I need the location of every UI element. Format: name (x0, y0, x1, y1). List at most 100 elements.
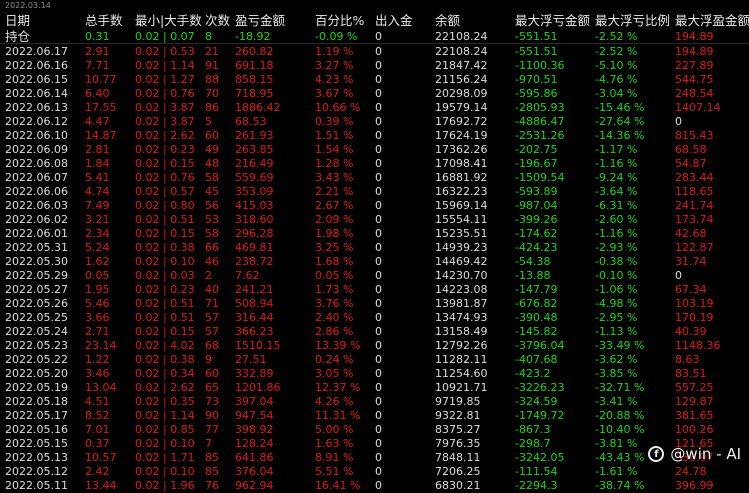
table-row[interactable]: 2022.06.14 6.40 0.02 | 0.76 70 718.95 3.67 % 0… (0, 87, 749, 101)
cell-balance: 21847.42 (435, 59, 488, 72)
cell-pnl: 858.15 (235, 73, 274, 86)
cell-balance: 22108.24 (435, 45, 488, 58)
cell-max-float-profit: 557.25 (675, 381, 714, 394)
cell-min-max-lots: 0.02 | 3.87 (135, 101, 195, 114)
cell-total-lots: 2.81 (85, 143, 110, 156)
cell-max-float-loss-pct: -1.17 % (595, 143, 638, 156)
header-pnl[interactable]: 盈亏金额 (235, 14, 285, 28)
table-row[interactable]: 2022.06.10 14.87 0.02 | 2.62 60 261.93 1.51 %… (0, 129, 749, 143)
cell-max-float-loss-pct: -1.61 % (595, 465, 638, 478)
holding-row[interactable]: 持仓 0.31 0.02 | 0.07 8 -18.92 -0.09 % 0 2… (0, 30, 749, 44)
table-row[interactable]: 2022.05.29 0.05 0.02 | 0.03 2 7.62 0.05 % 0 142… (0, 269, 749, 283)
cell-total-lots: 7.01 (85, 423, 110, 436)
cell-max-float-loss-pct: -20.88 % (595, 409, 645, 422)
cell-percent: 2.40 % (315, 311, 354, 324)
header-max-float-profit[interactable]: 最大浮盈金额 (675, 14, 749, 28)
cell-deposit-withdraw: 0 (375, 255, 382, 268)
cell-min-max-lots: 0.02 | 0.51 (135, 213, 195, 226)
cell-date: 2022.05.13 (5, 451, 68, 464)
table-row[interactable]: 2022.06.08 1.84 0.02 | 0.15 48 216.49 1.28 % 0… (0, 157, 749, 171)
cell-count: 58 (205, 227, 219, 240)
cell-total-lots: 1.22 (85, 353, 110, 366)
table-row[interactable]: 2022.06.07 5.41 0.02 | 0.76 58 559.69 3.43 % 0… (0, 171, 749, 185)
cell-min-max-lots: 0.02 | 1.27 (135, 73, 195, 86)
table-row[interactable]: 2022.06.12 4.47 0.02 | 3.87 5 68.53 0.39 % 0 17… (0, 115, 749, 129)
cell-percent: 3.05 % (315, 367, 354, 380)
cell-balance: 11254.60 (435, 367, 488, 380)
cell-max-float-profit: 227.89 (675, 59, 714, 72)
table-row[interactable]: 2022.06.06 4.74 0.02 | 0.57 45 353.09 2.21 % 0… (0, 185, 749, 199)
header-min-max-lots[interactable]: 最小|大手数 (135, 14, 202, 28)
table-row[interactable]: 2022.05.16 7.01 0.02 | 0.85 77 398.92 5.00 % 0… (0, 423, 749, 437)
cell-max-float-loss: -111.54 (515, 465, 558, 478)
cell-max-float-loss-pct: -0.10 % (595, 269, 638, 282)
table-row[interactable]: 2022.06.17 2.91 0.02 | 0.53 21 260.82 1.19 % 0… (0, 45, 749, 59)
table-row[interactable]: 2022.05.23 23.14 0.02 | 4.02 68 1510.15 13.39… (0, 339, 749, 353)
cell-max-float-loss-pct: -33.49 % (595, 339, 645, 352)
table-row[interactable]: 2022.05.11 13.44 0.02 | 1.96 76 962.94 16.41 … (0, 479, 749, 493)
header-percent[interactable]: 百分比% (315, 14, 364, 28)
cell-max-float-profit: 54.87 (675, 157, 707, 170)
table-row[interactable]: 2022.05.26 5.46 0.02 | 0.51 71 508.94 3.76 % 0… (0, 297, 749, 311)
table-row[interactable]: 2022.06.02 3.21 0.02 | 0.51 53 318.60 2.09 % 0… (0, 213, 749, 227)
cell-deposit-withdraw: 0 (375, 73, 382, 86)
cell-total-lots: 13.44 (85, 479, 117, 492)
table-row[interactable]: 2022.06.03 7.49 0.02 | 0.80 56 415.03 2.67 % 0… (0, 199, 749, 213)
cell-max-float-loss-pct: -4.76 % (595, 73, 638, 86)
table-row[interactable]: 2022.05.27 1.95 0.02 | 0.23 40 241.21 1.73 % 0… (0, 283, 749, 297)
cell-percent: 10.66 % (315, 101, 361, 114)
cell-deposit-withdraw: 0 (375, 199, 382, 212)
cell-count: 2 (205, 269, 212, 282)
cell-balance: 17692.72 (435, 115, 488, 128)
cell-pnl: 241.21 (235, 283, 274, 296)
table-row[interactable]: 2022.05.12 2.42 0.02 | 0.10 85 376.04 5.51 % 0… (0, 465, 749, 479)
cell-count: 85 (205, 465, 219, 478)
cell-count: 45 (205, 185, 219, 198)
cell-balance: 17098.41 (435, 157, 488, 170)
header-max-float-loss[interactable]: 最大浮亏金额 (515, 14, 590, 28)
table-row[interactable]: 2022.05.20 3.46 0.02 | 0.34 60 332.89 3.05 % 0… (0, 367, 749, 381)
table-row[interactable]: 2022.05.18 4.51 0.02 | 0.35 73 397.04 4.26 % 0… (0, 395, 749, 409)
cell-pnl: 398.92 (235, 423, 274, 436)
cell-pnl: 962.94 (235, 479, 274, 492)
cell-percent: 3.25 % (315, 241, 354, 254)
table-row[interactable]: 2022.05.13 10.57 0.02 | 1.71 85 641.86 8.91 %… (0, 451, 749, 465)
table-row[interactable]: 2022.05.24 2.71 0.02 | 0.15 57 366.23 2.86 % 0… (0, 325, 749, 339)
header-balance[interactable]: 余额 (435, 14, 460, 28)
header-deposit-withdraw[interactable]: 出入金 (375, 14, 413, 28)
table-row[interactable]: 2022.06.13 17.55 0.02 | 3.87 86 1886.42 10.66… (0, 101, 749, 115)
header-total-lots[interactable]: 总手数 (85, 14, 123, 28)
cell-min-max-lots: 0.02 | 1.14 (135, 409, 195, 422)
holding-max-float-loss-pct: -2.52 % (595, 30, 638, 43)
table-row[interactable]: 2022.05.22 1.22 0.02 | 0.38 9 27.51 0.24 % 0 11… (0, 353, 749, 367)
cell-date: 2022.06.10 (5, 129, 68, 142)
header-max-float-loss-pct[interactable]: 最大浮亏比例 (595, 14, 670, 28)
table-row[interactable]: 2022.06.16 7.71 0.02 | 1.14 91 691.18 3.27 % 0… (0, 59, 749, 73)
header-date[interactable]: 日期 (5, 14, 30, 28)
cell-pnl: 508.94 (235, 297, 274, 310)
table-row[interactable]: 2022.05.25 3.66 0.02 | 0.51 57 316.44 2.40 % 0… (0, 311, 749, 325)
table-row[interactable]: 2022.05.19 13.04 0.02 | 2.62 65 1201.86 12.37… (0, 381, 749, 395)
table-row[interactable]: 2022.06.09 2.81 0.02 | 0.23 49 263.85 1.54 % 0… (0, 143, 749, 157)
cell-pnl: 415.03 (235, 199, 274, 212)
cell-percent: 1.63 % (315, 437, 354, 450)
header-count[interactable]: 次数 (205, 14, 230, 28)
cell-date: 2022.06.17 (5, 45, 68, 58)
cell-max-float-loss: -174.62 (515, 227, 558, 240)
table-row[interactable]: 2022.05.17 8.52 0.02 | 1.14 90 947.54 11.31 %… (0, 409, 749, 423)
cell-balance: 7848.11 (435, 451, 481, 464)
table-row[interactable]: 2022.05.30 1.62 0.02 | 0.10 46 238.72 1.68 % 0… (0, 255, 749, 269)
cell-date: 2022.05.24 (5, 325, 68, 338)
table-row[interactable]: 2022.05.15 0.37 0.02 | 0.10 7 128.24 1.63 % 0 7… (0, 437, 749, 451)
cell-count: 90 (205, 409, 219, 422)
cell-percent: 5.51 % (315, 465, 354, 478)
table-row[interactable]: 2022.06.15 10.77 0.02 | 1.27 88 858.15 4.23 %… (0, 73, 749, 87)
cell-balance: 8375.27 (435, 423, 481, 436)
table-row[interactable]: 2022.05.31 5.24 0.02 | 0.38 66 469.81 3.25 % 0… (0, 241, 749, 255)
cell-min-max-lots: 0.02 | 0.10 (135, 437, 195, 450)
cell-balance: 15969.14 (435, 199, 488, 212)
cell-percent: 2.21 % (315, 185, 354, 198)
table-row[interactable]: 2022.06.01 2.34 0.02 | 0.15 58 296.28 1.98 % 0… (0, 227, 749, 241)
cell-min-max-lots: 0.02 | 0.38 (135, 353, 195, 366)
cell-total-lots: 10.77 (85, 73, 117, 86)
